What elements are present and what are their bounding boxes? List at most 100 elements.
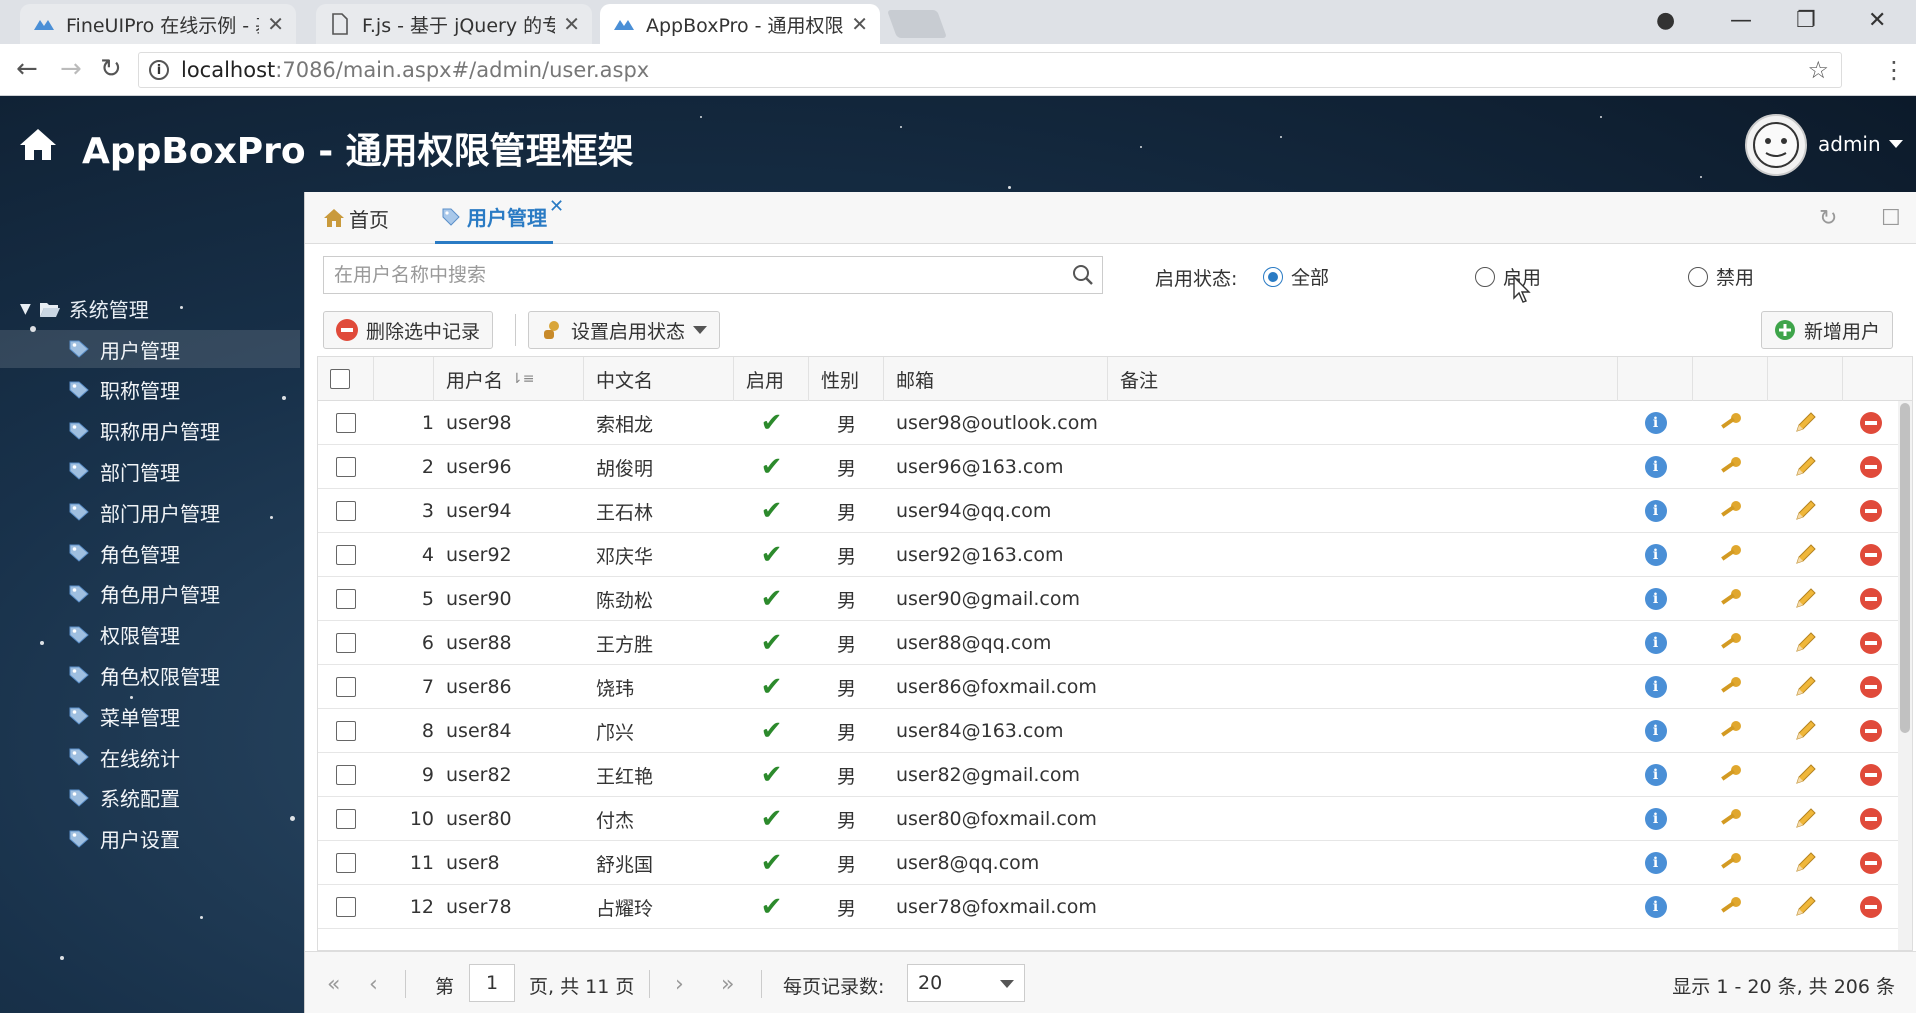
sidebar-item[interactable]: 角色权限管理 xyxy=(0,656,300,694)
info-icon[interactable]: i xyxy=(1644,412,1667,434)
sidebar-item[interactable]: 在线统计 xyxy=(0,738,300,776)
key-icon[interactable] xyxy=(1718,411,1744,435)
key-icon[interactable] xyxy=(1718,587,1744,611)
last-page-icon[interactable]: » xyxy=(721,972,734,997)
pencil-icon[interactable] xyxy=(1793,631,1819,655)
page-size-select[interactable]: 20 xyxy=(907,964,1025,1002)
browser-tab-appboxpro[interactable]: AppBoxPro - 通用权限管 ✕ xyxy=(600,4,880,44)
info-icon[interactable]: i xyxy=(1644,588,1667,610)
pencil-icon[interactable] xyxy=(1793,587,1819,611)
profile-icon[interactable]: ● xyxy=(1656,8,1675,33)
sidebar-item[interactable]: 角色管理 xyxy=(0,534,300,572)
row-checkbox[interactable] xyxy=(336,545,356,565)
sidebar-item[interactable]: 部门管理 xyxy=(0,452,300,490)
header-chinese-name[interactable]: 中文名 xyxy=(584,357,734,401)
info-icon[interactable]: i xyxy=(1644,808,1667,830)
sidebar-item[interactable]: 用户设置 xyxy=(0,820,300,858)
delete-icon[interactable] xyxy=(1859,808,1882,830)
restore-icon[interactable]: ❐ xyxy=(1796,8,1816,33)
search-icon[interactable] xyxy=(1072,264,1094,286)
table-row[interactable]: 6 user88 王方胜 ✔ 男 user88@qq.com i xyxy=(318,621,1898,665)
search-input[interactable] xyxy=(324,257,1072,293)
key-icon[interactable] xyxy=(1718,631,1744,655)
page-number-input[interactable]: 1 xyxy=(469,964,515,1002)
info-icon[interactable]: i xyxy=(1644,500,1667,522)
pencil-icon[interactable] xyxy=(1793,499,1819,523)
radio-status-disabled[interactable]: 禁用 xyxy=(1688,263,1754,290)
site-info-icon[interactable]: i xyxy=(149,60,169,80)
table-row[interactable]: 1 user98 索相龙 ✔ 男 user98@outlook.com i xyxy=(318,401,1898,445)
info-icon[interactable]: i xyxy=(1644,896,1667,918)
header-email[interactable]: 邮箱 xyxy=(884,357,1108,401)
delete-icon[interactable] xyxy=(1859,896,1882,918)
table-row[interactable]: 12 user78 占耀玲 ✔ 男 user78@foxmail.com i xyxy=(318,885,1898,929)
delete-icon[interactable] xyxy=(1859,412,1882,434)
row-checkbox[interactable] xyxy=(336,809,356,829)
browser-tab-fineuipro[interactable]: FineUIPro 在线示例 - 基 ✕ xyxy=(20,4,296,44)
info-icon[interactable]: i xyxy=(1644,456,1667,478)
key-icon[interactable] xyxy=(1718,499,1744,523)
header-username[interactable]: 用户名 ⇂≡ xyxy=(434,357,584,401)
user-menu[interactable]: admin xyxy=(1818,132,1903,156)
minimize-icon[interactable]: — xyxy=(1730,8,1752,33)
info-icon[interactable]: i xyxy=(1644,544,1667,566)
table-row[interactable]: 11 user8 舒兆国 ✔ 男 user8@qq.com i xyxy=(318,841,1898,885)
sidebar-root-system[interactable]: ▼ 系统管理 xyxy=(20,294,149,323)
row-checkbox[interactable] xyxy=(336,589,356,609)
sidebar-item[interactable]: 用户管理 xyxy=(0,330,300,368)
tab-user-management[interactable]: 用户管理 xyxy=(435,192,553,244)
sidebar-item[interactable]: 系统配置 xyxy=(0,779,300,817)
sidebar-item[interactable]: 职称用户管理 xyxy=(0,412,300,450)
key-icon[interactable] xyxy=(1718,675,1744,699)
key-icon[interactable] xyxy=(1718,719,1744,743)
browser-menu-icon[interactable]: ⋮ xyxy=(1882,56,1906,84)
url-input[interactable]: i localhost:7086/main.aspx#/admin/user.a… xyxy=(138,52,1842,88)
close-icon[interactable]: ✕ xyxy=(563,12,580,36)
table-row[interactable]: 3 user94 王石林 ✔ 男 user94@qq.com i xyxy=(318,489,1898,533)
home-icon[interactable] xyxy=(18,126,58,162)
pencil-icon[interactable] xyxy=(1793,675,1819,699)
next-page-icon[interactable]: › xyxy=(675,972,684,997)
pencil-icon[interactable] xyxy=(1793,411,1819,435)
table-row[interactable]: 10 user80 付杰 ✔ 男 user80@foxmail.com i xyxy=(318,797,1898,841)
delete-icon[interactable] xyxy=(1859,544,1882,566)
key-icon[interactable] xyxy=(1718,455,1744,479)
table-row[interactable]: 5 user90 陈劲松 ✔ 男 user90@gmail.com i xyxy=(318,577,1898,621)
close-tab-icon[interactable]: ✕ xyxy=(549,196,564,217)
scrollbar-thumb[interactable] xyxy=(1900,403,1910,733)
sidebar-item[interactable]: 职称管理 xyxy=(0,371,300,409)
table-row[interactable]: 8 user84 邝兴 ✔ 男 user84@163.com i xyxy=(318,709,1898,753)
maximize-icon[interactable]: ☐ xyxy=(1881,206,1901,231)
reload-icon[interactable]: ↻ xyxy=(100,54,122,84)
refresh-icon[interactable]: ↻ xyxy=(1819,206,1837,231)
delete-icon[interactable] xyxy=(1859,676,1882,698)
row-checkbox[interactable] xyxy=(336,457,356,477)
browser-tab-fjs[interactable]: F.js - 基于 jQuery 的专业 ✕ xyxy=(316,4,592,44)
key-icon[interactable] xyxy=(1718,763,1744,787)
prev-page-icon[interactable]: ‹ xyxy=(369,972,378,997)
pencil-icon[interactable] xyxy=(1793,763,1819,787)
tab-home[interactable]: 首页 xyxy=(323,192,389,244)
header-enabled[interactable]: 启用 xyxy=(734,357,809,401)
radio-status-all[interactable]: 全部 xyxy=(1263,263,1329,290)
delete-icon[interactable] xyxy=(1859,764,1882,786)
info-icon[interactable]: i xyxy=(1644,676,1667,698)
close-icon[interactable]: ✕ xyxy=(267,12,284,36)
back-arrow-icon[interactable]: ← xyxy=(16,54,38,84)
delete-icon[interactable] xyxy=(1859,456,1882,478)
sidebar-item[interactable]: 部门用户管理 xyxy=(0,493,300,531)
first-page-icon[interactable]: « xyxy=(327,972,340,997)
delete-icon[interactable] xyxy=(1859,632,1882,654)
close-icon[interactable]: ✕ xyxy=(851,12,868,36)
row-checkbox[interactable] xyxy=(336,721,356,741)
new-tab-button[interactable] xyxy=(886,10,948,38)
delete-icon[interactable] xyxy=(1859,852,1882,874)
table-row[interactable]: 4 user92 邓庆华 ✔ 男 user92@163.com i xyxy=(318,533,1898,577)
row-checkbox[interactable] xyxy=(336,413,356,433)
delete-icon[interactable] xyxy=(1859,500,1882,522)
row-checkbox[interactable] xyxy=(336,633,356,653)
row-checkbox[interactable] xyxy=(336,677,356,697)
key-icon[interactable] xyxy=(1718,543,1744,567)
key-icon[interactable] xyxy=(1718,807,1744,831)
avatar[interactable] xyxy=(1745,114,1807,176)
